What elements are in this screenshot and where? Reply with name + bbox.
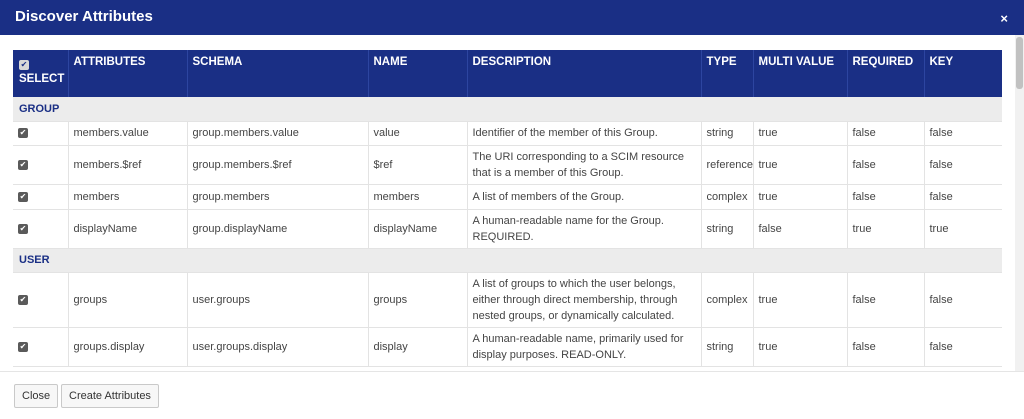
row-select-cell[interactable]: ✔ bbox=[13, 327, 69, 367]
cell-description: A human-readable name, primarily used fo… bbox=[467, 327, 702, 367]
cell-attribute: displayName bbox=[68, 209, 188, 249]
column-header-multi-value[interactable]: MULTI VALUE bbox=[753, 50, 848, 97]
column-header-attributes[interactable]: ATTRIBUTES bbox=[68, 50, 188, 97]
row-select-cell[interactable]: ✔ bbox=[13, 272, 69, 328]
cell-multi-value: true bbox=[753, 272, 848, 328]
table-row: ✔ members group.members members A list o… bbox=[13, 184, 1002, 210]
cell-key: true bbox=[924, 209, 1002, 249]
cell-type: reference bbox=[701, 145, 754, 185]
cell-attribute: members.value bbox=[68, 121, 188, 146]
cell-required: true bbox=[847, 209, 925, 249]
cell-schema: group.members bbox=[187, 184, 369, 210]
checkbox-checked-icon[interactable]: ✔ bbox=[18, 294, 28, 305]
dialog-title: Discover Attributes bbox=[15, 8, 153, 25]
cell-description: A list of groups to which the user belon… bbox=[467, 272, 702, 328]
cell-required: false bbox=[847, 184, 925, 210]
column-header-name[interactable]: NAME bbox=[368, 50, 468, 97]
group-header-row: USER bbox=[13, 248, 1002, 273]
close-icon[interactable]: × bbox=[1000, 12, 1008, 25]
cell-name: value bbox=[368, 121, 468, 146]
cell-description: A list of members of the Group. bbox=[467, 184, 702, 210]
column-header-schema[interactable]: SCHEMA bbox=[187, 50, 369, 97]
column-header-description[interactable]: DESCRIPTION bbox=[467, 50, 702, 97]
cell-schema: group.displayName bbox=[187, 209, 369, 249]
group-label: GROUP bbox=[13, 97, 1002, 122]
attributes-table: ✔ SELECT ATTRIBUTES SCHEMA NAME DESCRIPT… bbox=[13, 50, 1002, 367]
dialog-title-bar: Discover Attributes × bbox=[0, 0, 1024, 35]
cell-attribute: groups bbox=[68, 272, 188, 328]
cell-attribute: members.$ref bbox=[68, 145, 188, 185]
table-row: ✔ groups user.groups groups A list of gr… bbox=[13, 272, 1002, 328]
cell-required: false bbox=[847, 327, 925, 367]
discover-attributes-dialog: Discover Attributes × ✔ SELECT ATTRIBUTE… bbox=[0, 0, 1024, 419]
cell-key: false bbox=[924, 327, 1002, 367]
cell-multi-value: true bbox=[753, 184, 848, 210]
cell-name: $ref bbox=[368, 145, 468, 185]
cell-attribute: members bbox=[68, 184, 188, 210]
cell-multi-value: true bbox=[753, 145, 848, 185]
cell-type: complex bbox=[701, 184, 754, 210]
column-header-type[interactable]: TYPE bbox=[701, 50, 754, 97]
cell-multi-value: false bbox=[753, 209, 848, 249]
cell-name: groups bbox=[368, 272, 468, 328]
cell-type: string bbox=[701, 121, 754, 146]
cell-schema: user.groups bbox=[187, 272, 369, 328]
cell-attribute: groups.display bbox=[68, 327, 188, 367]
cell-schema: group.members.$ref bbox=[187, 145, 369, 185]
cell-key: false bbox=[924, 184, 1002, 210]
vertical-scrollbar[interactable] bbox=[1015, 35, 1024, 375]
cell-key: false bbox=[924, 145, 1002, 185]
table-row: ✔ groups.display user.groups.display dis… bbox=[13, 327, 1002, 367]
row-select-cell[interactable]: ✔ bbox=[13, 184, 69, 210]
cell-description: A human-readable name for the Group. REQ… bbox=[467, 209, 702, 249]
cell-multi-value: true bbox=[753, 121, 848, 146]
row-select-cell[interactable]: ✔ bbox=[13, 145, 69, 185]
checkbox-checked-icon[interactable]: ✔ bbox=[18, 159, 28, 170]
cell-name: displayName bbox=[368, 209, 468, 249]
cell-type: string bbox=[701, 209, 754, 249]
cell-schema: group.members.value bbox=[187, 121, 369, 146]
cell-name: members bbox=[368, 184, 468, 210]
cell-multi-value: true bbox=[753, 327, 848, 367]
dialog-footer: Close Create Attributes bbox=[0, 371, 1024, 419]
attributes-table-container: ✔ SELECT ATTRIBUTES SCHEMA NAME DESCRIPT… bbox=[13, 50, 1003, 370]
table-row: ✔ displayName group.displayName displayN… bbox=[13, 209, 1002, 249]
cell-type: string bbox=[701, 327, 754, 367]
scrollbar-thumb[interactable] bbox=[1016, 37, 1023, 89]
checkbox-checked-icon[interactable]: ✔ bbox=[18, 128, 28, 139]
column-header-select: ✔ SELECT bbox=[13, 50, 69, 97]
cell-type: complex bbox=[701, 272, 754, 328]
cell-key: false bbox=[924, 272, 1002, 328]
cell-required: false bbox=[847, 121, 925, 146]
create-attributes-button[interactable]: Create Attributes bbox=[61, 384, 159, 408]
table-header-row: ✔ SELECT ATTRIBUTES SCHEMA NAME DESCRIPT… bbox=[13, 50, 1002, 97]
cell-required: false bbox=[847, 145, 925, 185]
row-select-cell[interactable]: ✔ bbox=[13, 209, 69, 249]
cell-schema: user.groups.display bbox=[187, 327, 369, 367]
checkbox-checked-icon[interactable]: ✔ bbox=[18, 341, 28, 352]
checkbox-checked-icon[interactable]: ✔ bbox=[18, 191, 28, 202]
cell-name: display bbox=[368, 327, 468, 367]
cell-required: false bbox=[847, 272, 925, 328]
group-header-row: GROUP bbox=[13, 97, 1002, 122]
checkbox-checked-icon: ✔ bbox=[19, 59, 29, 70]
column-header-key[interactable]: KEY bbox=[924, 50, 1002, 97]
close-button[interactable]: Close bbox=[14, 384, 59, 408]
cell-description: The URI corresponding to a SCIM resource… bbox=[467, 145, 702, 185]
select-all-checkbox[interactable]: ✔ bbox=[19, 59, 63, 71]
cell-key: false bbox=[924, 121, 1002, 146]
column-header-required[interactable]: REQUIRED bbox=[847, 50, 925, 97]
row-select-cell[interactable]: ✔ bbox=[13, 121, 69, 146]
table-row: ✔ members.$ref group.members.$ref $ref T… bbox=[13, 145, 1002, 185]
checkbox-checked-icon[interactable]: ✔ bbox=[18, 223, 28, 234]
group-label: USER bbox=[13, 248, 1002, 273]
cell-description: Identifier of the member of this Group. bbox=[467, 121, 702, 146]
table-row: ✔ members.value group.members.value valu… bbox=[13, 121, 1002, 146]
